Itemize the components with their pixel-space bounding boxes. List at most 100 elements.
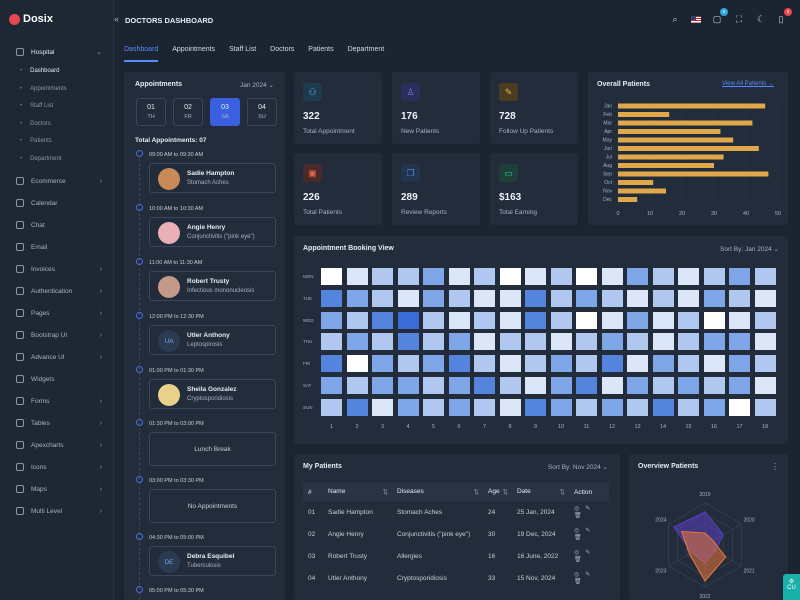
heatmap-cell[interactable]	[652, 377, 674, 394]
heatmap-cell[interactable]	[627, 355, 648, 373]
heatmap-cell[interactable]	[601, 355, 623, 373]
heatmap-cell[interactable]	[397, 289, 419, 307]
heatmap-cell[interactable]	[627, 333, 648, 351]
heatmap-cell[interactable]	[652, 333, 674, 351]
heatmap-cell[interactable]	[550, 333, 572, 351]
heatmap-cell[interactable]	[576, 333, 597, 351]
heatmap-cell[interactable]	[525, 289, 546, 307]
date-picker-day[interactable]: 04 SU	[247, 98, 277, 126]
heatmap-cell[interactable]	[321, 333, 342, 351]
patients-sort-select[interactable]: Sort By: Nov 2024 ⌄	[548, 463, 608, 471]
heatmap-cell[interactable]	[678, 355, 699, 373]
heatmap-cell[interactable]	[346, 355, 368, 373]
sidebar-subitem-appointments[interactable]: Appointments	[20, 86, 67, 92]
edit-icon[interactable]: ✎	[585, 528, 590, 534]
heatmap-cell[interactable]	[627, 268, 648, 285]
us-flag-icon[interactable]	[691, 16, 701, 23]
heatmap-cell[interactable]	[601, 377, 623, 394]
heatmap-cell[interactable]	[474, 398, 495, 416]
appointment-entry[interactable]: UA Utler Anthony Leptospirosis	[149, 325, 276, 355]
sidebar-item-authentication[interactable]: Authentication ›	[16, 285, 106, 297]
heatmap-cell[interactable]	[423, 268, 444, 285]
sidebar-item-multi-level[interactable]: Multi Level ›	[16, 505, 106, 517]
heatmap-cell[interactable]	[423, 333, 444, 351]
heatmap-cell[interactable]	[499, 333, 521, 351]
heatmap-cell[interactable]	[754, 377, 776, 394]
heatmap-cell[interactable]	[321, 398, 342, 416]
heatmap-cell[interactable]	[576, 268, 597, 285]
sidebar-subitem-patients[interactable]: Patients	[20, 138, 52, 144]
appointment-entry[interactable]: Robert Trusty Infectious mononucleosis	[149, 271, 276, 301]
heatmap-cell[interactable]	[652, 311, 674, 329]
sidebar-item-email[interactable]: Email	[16, 241, 106, 253]
heatmap-cell[interactable]	[448, 398, 470, 416]
heatmap-cell[interactable]	[321, 268, 342, 285]
fullscreen-icon[interactable]: ⛶	[734, 14, 744, 24]
heatmap-cell[interactable]	[550, 398, 572, 416]
heatmap-cell[interactable]	[754, 268, 776, 285]
heatmap-cell[interactable]	[448, 289, 470, 307]
heatmap-cell[interactable]	[678, 398, 699, 416]
tab-patients[interactable]: Patients	[308, 40, 333, 62]
heatmap-cell[interactable]	[703, 355, 725, 373]
heatmap-cell[interactable]	[601, 333, 623, 351]
heatmap-cell[interactable]	[601, 268, 623, 285]
heatmap-cell[interactable]	[321, 289, 342, 307]
heatmap-cell[interactable]	[754, 289, 776, 307]
heatmap-cell[interactable]	[627, 398, 648, 416]
heatmap-cell[interactable]	[678, 289, 699, 307]
heatmap-cell[interactable]	[754, 311, 776, 329]
delete-icon[interactable]: 🗑	[574, 535, 582, 541]
heatmap-cell[interactable]	[703, 377, 725, 394]
heatmap-cell[interactable]	[321, 355, 342, 373]
table-header[interactable]: Diseases ⇅	[392, 483, 483, 501]
tab-dashboard[interactable]: Dashboard	[124, 40, 159, 62]
heatmap-cell[interactable]	[703, 268, 725, 285]
search-icon[interactable]: ⌕	[670, 14, 680, 24]
heatmap-cell[interactable]	[346, 377, 368, 394]
table-header[interactable]: Date ⇅	[512, 483, 569, 501]
heatmap-cell[interactable]	[678, 311, 699, 329]
heatmap-cell[interactable]	[346, 398, 368, 416]
heatmap-cell[interactable]	[499, 311, 521, 329]
heatmap-cell[interactable]	[372, 268, 393, 285]
heatmap-cell[interactable]	[601, 311, 623, 329]
table-header[interactable]: Age ⇅	[483, 483, 512, 501]
heatmap-cell[interactable]	[372, 333, 393, 351]
heatmap-cell[interactable]	[346, 289, 368, 307]
heatmap-cell[interactable]	[346, 268, 368, 285]
heatmap-cell[interactable]	[627, 289, 648, 307]
heatmap-cell[interactable]	[372, 311, 393, 329]
heatmap-cell[interactable]	[703, 398, 725, 416]
heatmap-cell[interactable]	[576, 398, 597, 416]
heatmap-cell[interactable]	[576, 355, 597, 373]
heatmap-cell[interactable]	[448, 355, 470, 373]
sidebar-item-maps[interactable]: Maps ›	[16, 483, 106, 495]
tab-department[interactable]: Department	[348, 40, 385, 62]
heatmap-cell[interactable]	[397, 333, 419, 351]
heatmap-cell[interactable]	[448, 268, 470, 285]
heatmap-cell[interactable]	[321, 311, 342, 329]
view-icon[interactable]: ◎	[574, 572, 579, 578]
delete-icon[interactable]: 🗑	[574, 513, 582, 519]
sidebar-subitem-staff-list[interactable]: Staff List	[20, 103, 53, 109]
heatmap-cell[interactable]	[499, 377, 521, 394]
tab-doctors[interactable]: Doctors	[270, 40, 294, 62]
view-icon[interactable]: ◎	[574, 506, 579, 512]
heatmap-cell[interactable]	[448, 333, 470, 351]
heatmap-cell[interactable]	[652, 289, 674, 307]
appointment-entry[interactable]: Sadie Hampton Stomach Aches	[149, 163, 276, 193]
sidebar-subitem-doctors[interactable]: Doctors	[20, 121, 51, 127]
heatmap-cell[interactable]	[678, 377, 699, 394]
sidebar-item-chat[interactable]: Chat	[16, 219, 106, 231]
sidebar-item-calendar[interactable]: Calendar	[16, 197, 106, 209]
slot-note[interactable]: No Appointments	[149, 489, 276, 523]
heatmap-cell[interactable]	[576, 289, 597, 307]
app-logo[interactable]: Dosix	[9, 13, 53, 25]
sidebar-item-widgets[interactable]: Widgets	[16, 373, 106, 385]
heatmap-cell[interactable]	[678, 268, 699, 285]
month-select[interactable]: Jan 2024 ⌄	[240, 81, 274, 89]
heatmap-cell[interactable]	[703, 311, 725, 329]
heatmap-cell[interactable]	[423, 355, 444, 373]
heatmap-cell[interactable]	[550, 311, 572, 329]
